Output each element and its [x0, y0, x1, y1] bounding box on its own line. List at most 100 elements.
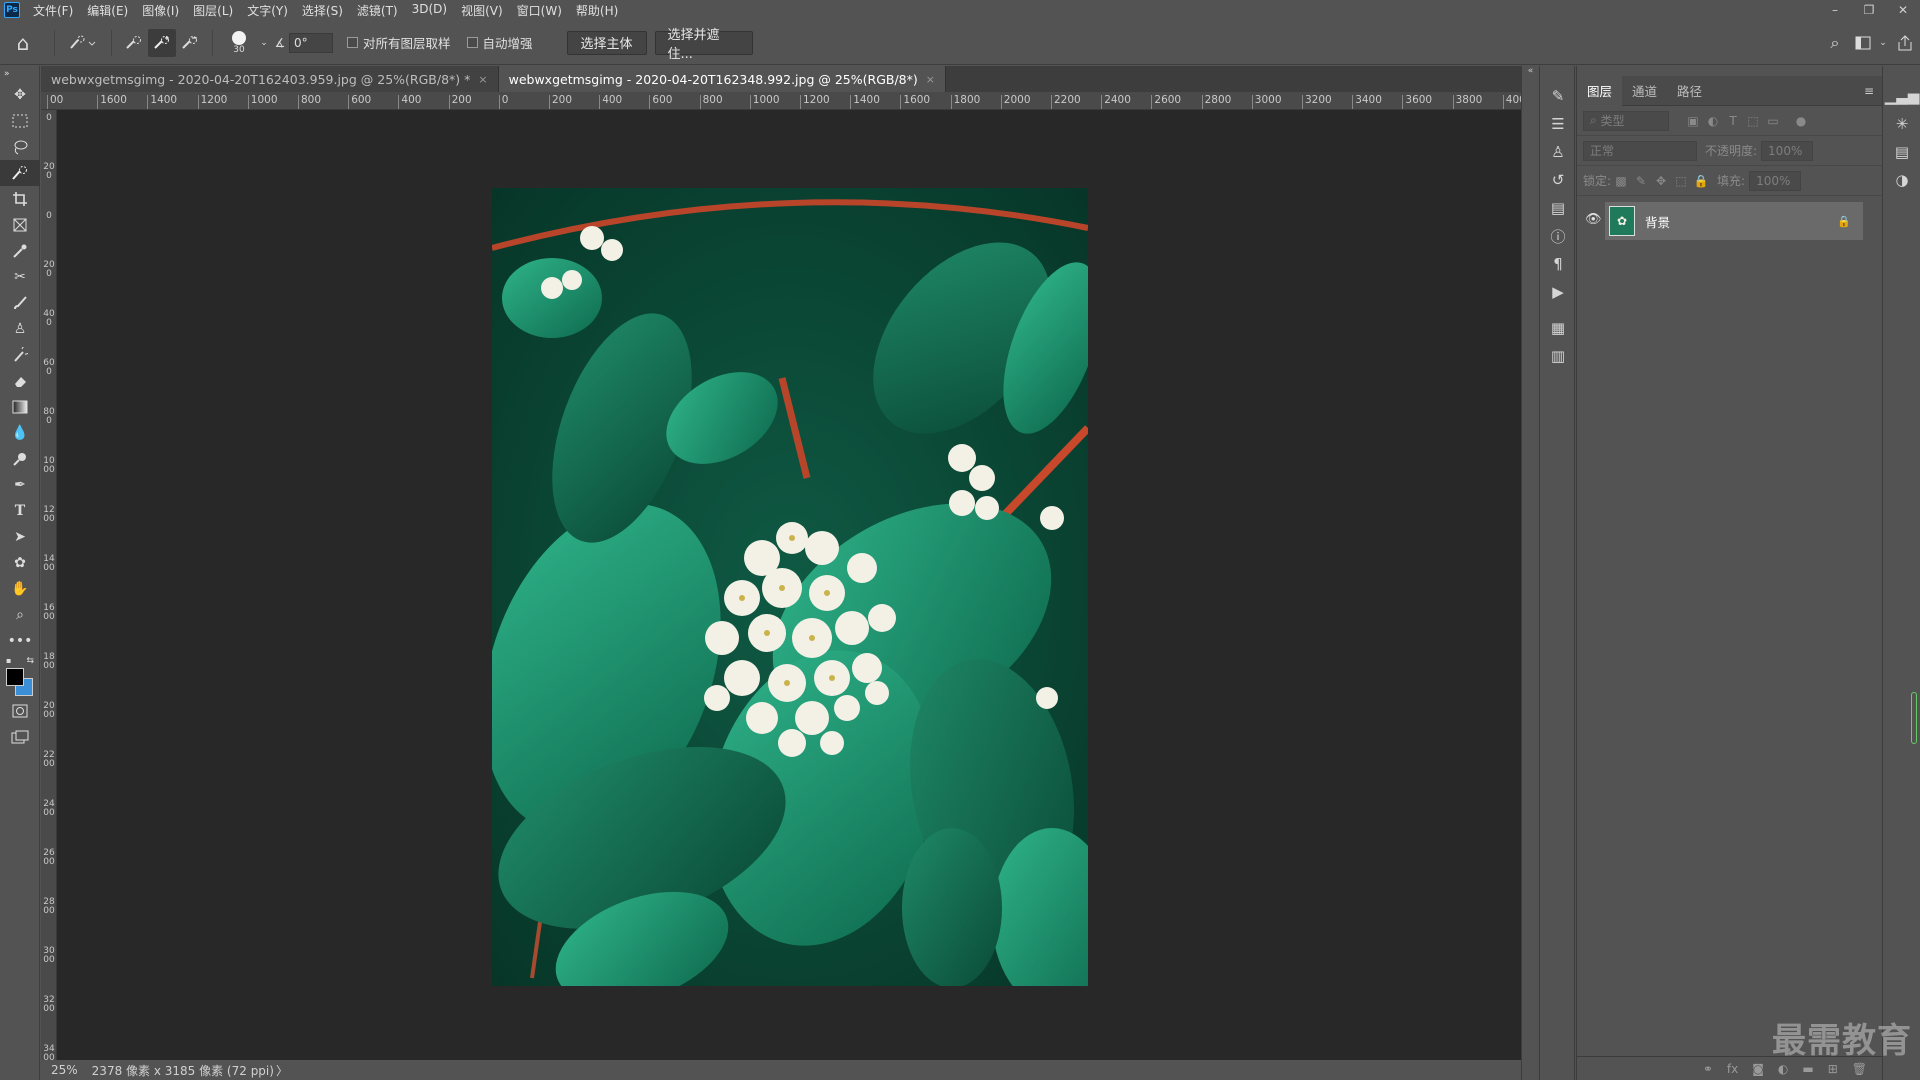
libraries-icon[interactable]: ▦ — [1540, 314, 1576, 342]
scroll-indicator[interactable] — [1911, 692, 1917, 744]
clone-stamp-tool-icon[interactable]: ♙ — [0, 316, 40, 342]
workspace-icon[interactable] — [1850, 29, 1876, 57]
properties-icon[interactable]: ▤ — [1540, 194, 1576, 222]
histogram-icon[interactable]: ▁▃▅ — [1883, 82, 1920, 110]
menu-view[interactable]: 视图(V) — [454, 2, 510, 19]
quick-mask-icon[interactable] — [0, 698, 40, 724]
layer-filter-dropdown[interactable]: ⌕ 类型 — [1583, 110, 1669, 131]
color-swatches[interactable]: ▪ ⇆ — [0, 654, 40, 698]
close-icon[interactable]: × — [478, 73, 487, 86]
custom-shape-tool-icon[interactable]: ✿ — [0, 550, 40, 576]
fill-field[interactable]: 100% — [1749, 170, 1802, 191]
tab-document-1[interactable]: webwxgetmsgimg - 2020-04-20T162403.959.j… — [41, 66, 499, 92]
tab-layers[interactable]: 图层 — [1577, 75, 1623, 106]
color-icon[interactable]: ◑ — [1883, 166, 1920, 194]
menu-filter[interactable]: 滤镜(T) — [350, 2, 405, 19]
visibility-eye-icon[interactable]: 👁 — [1585, 212, 1602, 227]
tool-preset-picker[interactable] — [63, 29, 103, 57]
chevron-down-icon[interactable]: ⌄ — [1876, 29, 1890, 57]
move-tool-icon[interactable]: ✥ — [0, 82, 40, 108]
swap-colors-icon[interactable]: ⇆ — [26, 656, 34, 666]
menu-window[interactable]: 窗口(W) — [510, 2, 569, 19]
restore-button[interactable]: ❐ — [1852, 0, 1886, 20]
close-icon[interactable]: × — [926, 73, 935, 86]
foreground-color-swatch[interactable] — [6, 668, 24, 686]
lock-pixels-icon[interactable]: ✎ — [1631, 174, 1651, 188]
adjustments-icon[interactable]: ☰ — [1540, 110, 1576, 138]
path-selection-tool-icon[interactable]: ➤ — [0, 524, 40, 550]
gradient-tool-icon[interactable] — [0, 394, 40, 420]
minimize-button[interactable]: – — [1818, 0, 1852, 20]
tab-document-2[interactable]: webwxgetmsgimg - 2020-04-20T162348.992.j… — [498, 66, 946, 92]
collapse-toolbar-icon[interactable]: » — [0, 66, 40, 82]
glyphs-icon[interactable]: ¶ — [1540, 250, 1576, 278]
lock-all-icon[interactable]: 🔒 — [1691, 174, 1711, 188]
sample-all-layers-checkbox[interactable] — [347, 37, 358, 48]
lock-artboard-icon[interactable]: ⬚ — [1671, 174, 1691, 188]
menu-help[interactable]: 帮助(H) — [569, 2, 625, 19]
actions-play-icon[interactable]: ▶ — [1540, 278, 1576, 306]
document-image[interactable] — [492, 188, 1088, 986]
screen-mode-icon[interactable] — [0, 724, 40, 750]
search-icon[interactable]: ⌕ — [1820, 29, 1850, 57]
dodge-tool-icon[interactable] — [0, 446, 40, 472]
tab-channels[interactable]: 通道 — [1622, 76, 1667, 106]
filter-shape-icon[interactable]: ⬚ — [1743, 114, 1763, 128]
menu-file[interactable]: 文件(F) — [26, 2, 80, 19]
filter-toggle-icon[interactable]: ● — [1791, 114, 1811, 128]
filter-pixel-icon[interactable]: ▣ — [1683, 114, 1703, 128]
menu-image[interactable]: 图像(I) — [135, 2, 186, 19]
swatches-icon[interactable]: ▤ — [1883, 138, 1920, 166]
brush-settings-icon[interactable]: ✎ — [1540, 82, 1576, 110]
panel-menu-icon[interactable]: ≡ — [1864, 84, 1882, 98]
history-icon[interactable]: ↺ — [1540, 166, 1576, 194]
healing-brush-tool-icon[interactable]: ✂ — [0, 264, 40, 290]
blur-tool-icon[interactable]: 💧 — [0, 420, 40, 446]
default-colors-icon[interactable]: ▪ — [6, 656, 11, 665]
menu-edit[interactable]: 编辑(E) — [80, 2, 135, 19]
hand-tool-icon[interactable]: ✋ — [0, 576, 40, 602]
filter-type-icon[interactable]: T — [1723, 114, 1743, 128]
zoom-level[interactable]: 25% — [51, 1063, 78, 1077]
close-window-button[interactable]: ✕ — [1886, 0, 1920, 20]
tab-paths[interactable]: 路径 — [1667, 76, 1712, 106]
link-layers-icon[interactable]: ⚭ — [1703, 1062, 1713, 1076]
eraser-tool-icon[interactable] — [0, 368, 40, 394]
select-and-mask-button[interactable]: 选择并遮住... — [654, 28, 753, 62]
notes-icon[interactable]: ▥ — [1540, 342, 1576, 370]
angle-field[interactable]: 0° — [289, 32, 333, 53]
share-icon[interactable] — [1890, 29, 1920, 57]
quick-selection-tool-icon[interactable] — [0, 160, 40, 186]
menu-layer[interactable]: 图层(L) — [186, 2, 240, 19]
frame-tool-icon[interactable] — [0, 212, 40, 238]
chevron-down-icon[interactable]: ⌄ — [257, 29, 271, 57]
navigator-icon[interactable]: ✳ — [1883, 110, 1920, 138]
type-tool-icon[interactable]: T — [0, 498, 40, 524]
add-to-selection-icon[interactable] — [148, 28, 176, 57]
layer-row-background[interactable]: ✿ 背景 🔒 — [1605, 202, 1863, 240]
select-subject-button[interactable]: 选择主体 — [566, 30, 647, 55]
menu-type[interactable]: 文字(Y) — [240, 2, 295, 19]
new-group-icon[interactable]: ▬ — [1802, 1062, 1813, 1076]
adjustment-layer-icon[interactable]: ◐ — [1778, 1062, 1788, 1076]
lock-transparent-icon[interactable]: ▩ — [1611, 174, 1631, 188]
subtract-from-selection-icon[interactable] — [176, 29, 204, 57]
lasso-tool-icon[interactable] — [0, 134, 40, 160]
collapse-panels-icon[interactable]: « — [1522, 66, 1539, 76]
marquee-tool-icon[interactable] — [0, 108, 40, 134]
blend-mode-dropdown[interactable]: 正常 — [1583, 140, 1697, 161]
brush-size-picker[interactable]: 30 — [221, 29, 257, 57]
layer-name[interactable]: 背景 — [1645, 212, 1670, 231]
fx-icon[interactable]: fx — [1727, 1062, 1738, 1076]
eyedropper-tool-icon[interactable] — [0, 238, 40, 264]
new-layer-icon[interactable]: ⊞ — [1828, 1062, 1838, 1076]
status-menu-arrow[interactable]: 〉 — [276, 1062, 288, 1079]
menu-select[interactable]: 选择(S) — [295, 2, 350, 19]
crop-tool-icon[interactable] — [0, 186, 40, 212]
history-brush-tool-icon[interactable] — [0, 342, 40, 368]
delete-layer-icon[interactable]: 🗑 — [1852, 1062, 1867, 1076]
opacity-field[interactable]: 100% — [1761, 140, 1814, 161]
filter-adjustment-icon[interactable]: ◐ — [1703, 114, 1723, 128]
pen-tool-icon[interactable]: ✒ — [0, 472, 40, 498]
brush-tool-icon[interactable] — [0, 290, 40, 316]
